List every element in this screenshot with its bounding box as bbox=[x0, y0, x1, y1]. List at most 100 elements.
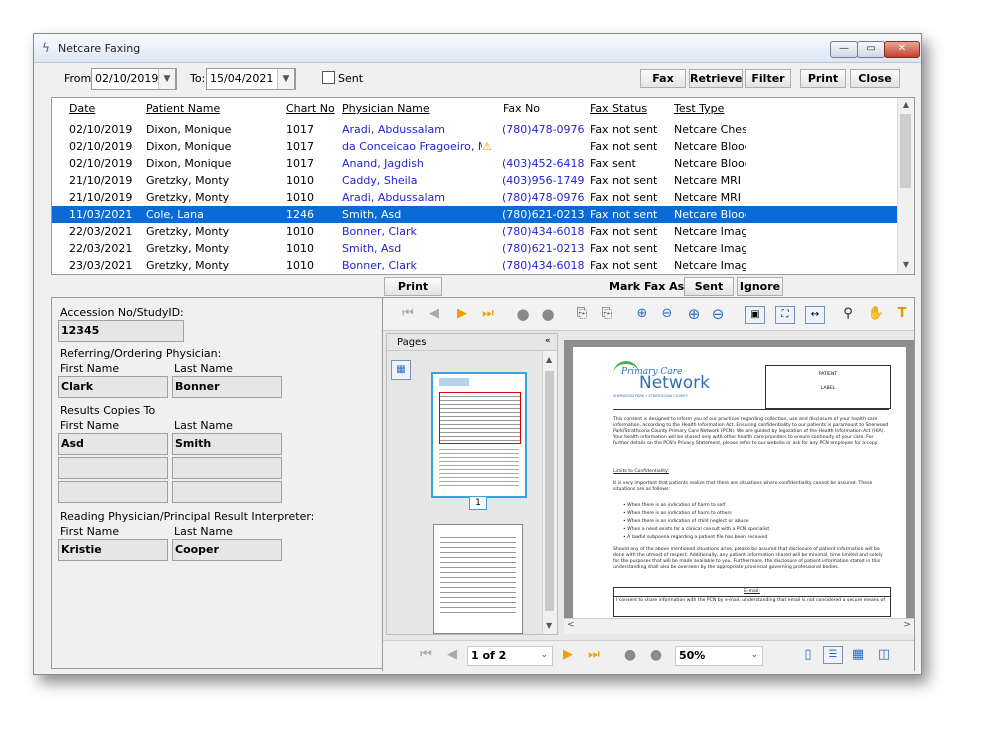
patient-name-cell: Gretzky, Monty bbox=[146, 225, 230, 238]
from-date-dropdown[interactable]: ▼ bbox=[158, 68, 176, 90]
window-title: Netcare Faxing bbox=[58, 42, 141, 55]
fax-button[interactable]: Fax bbox=[640, 69, 686, 88]
previous-page-icon[interactable]: ◀ bbox=[425, 306, 443, 322]
first-page-icon[interactable]: ⏮ bbox=[417, 647, 435, 663]
find-icon[interactable]: ⚲ bbox=[839, 306, 857, 322]
test-type-cell: Netcare Blood bbox=[674, 157, 746, 170]
copies-last-name-field-2[interactable] bbox=[172, 457, 282, 479]
scroll-down-icon[interactable]: ▼ bbox=[898, 260, 914, 269]
column-header-test-type[interactable]: Test Type bbox=[674, 102, 724, 115]
rotate-left-icon[interactable]: ⎘ bbox=[573, 306, 591, 322]
table-scrollbar[interactable]: ▲ ▼ bbox=[897, 98, 914, 274]
scroll-right-icon[interactable]: > bbox=[903, 620, 911, 630]
text-select-icon[interactable]: T bbox=[893, 306, 911, 322]
next-page-icon[interactable]: ▶ bbox=[559, 647, 577, 663]
copies-first-name-field-2[interactable] bbox=[58, 457, 168, 479]
pages-scrollbar[interactable]: ▲ ▼ bbox=[542, 351, 557, 634]
thumbnails-icon[interactable]: ▦ bbox=[391, 360, 411, 380]
scroll-up-icon[interactable]: ▲ bbox=[898, 100, 914, 109]
page-thumbnail-2[interactable] bbox=[433, 524, 523, 634]
back-icon[interactable]: ● bbox=[621, 647, 639, 663]
to-date-dropdown[interactable]: ▼ bbox=[277, 68, 295, 90]
document-page: Primary Care Network SHERWOOD PARK • STR… bbox=[573, 347, 906, 618]
minimize-icon: — bbox=[839, 43, 849, 54]
print-pdf-button[interactable]: Print PDF bbox=[384, 277, 442, 310]
scrollbar-thumb[interactable] bbox=[545, 371, 554, 611]
physician-name-cell: Bonner, Clark bbox=[342, 259, 417, 272]
back-icon[interactable]: ● bbox=[514, 306, 532, 322]
reading-last-name-field[interactable]: Cooper bbox=[172, 539, 282, 561]
sent-checkbox[interactable] bbox=[322, 71, 335, 84]
referring-first-name-label: First Name bbox=[60, 362, 120, 375]
book-view-icon[interactable]: ◫ bbox=[875, 647, 893, 663]
reading-first-name-label: First Name bbox=[60, 525, 120, 538]
referring-first-name-field[interactable]: Clark bbox=[58, 376, 168, 398]
table-row[interactable]: 02/10/2019 Dixon, Monique 1017 da Concei… bbox=[52, 138, 897, 155]
copies-first-name-field[interactable]: Asd bbox=[58, 433, 168, 455]
reading-first-name-field[interactable]: Kristie bbox=[58, 539, 168, 561]
minimize-button[interactable]: — bbox=[830, 41, 858, 58]
close-button[interactable]: Close bbox=[850, 69, 900, 88]
table-row[interactable]: 21/10/2019 Gretzky, Monty 1010 Caddy, Sh… bbox=[52, 172, 897, 189]
maximize-button[interactable]: ▭ bbox=[857, 41, 885, 58]
facing-pages-icon[interactable]: ▦ bbox=[849, 647, 867, 663]
fax-no-cell: (403)956-1749 bbox=[502, 174, 585, 187]
actual-size-icon[interactable]: ▣ bbox=[745, 306, 765, 324]
fax-status-cell: Fax sent bbox=[590, 157, 636, 170]
scroll-up-icon[interactable]: ▲ bbox=[546, 355, 552, 364]
logo-subtitle: SHERWOOD PARK • STRATHCONA COUNTY bbox=[613, 394, 688, 398]
fit-page-icon[interactable]: ⛶ bbox=[775, 306, 795, 324]
last-page-icon[interactable]: ⏭ bbox=[479, 306, 497, 322]
table-row-selected[interactable]: 11/03/2021 Cole, Lana 1246 Smith, Asd (7… bbox=[52, 206, 897, 223]
plus-icon[interactable]: ⊕ bbox=[685, 306, 703, 322]
next-page-icon[interactable]: ▶ bbox=[453, 306, 471, 322]
first-page-icon[interactable]: ⏮ bbox=[399, 306, 417, 322]
zoom-out-icon[interactable]: ⊖ bbox=[658, 306, 676, 322]
scroll-down-icon[interactable]: ▼ bbox=[546, 621, 552, 630]
page-selector[interactable]: 1 of 2 ⌄ bbox=[467, 646, 553, 666]
column-header-fax-status[interactable]: Fax Status bbox=[590, 102, 647, 115]
rotate-right-icon[interactable]: ⎘ bbox=[598, 306, 616, 322]
scroll-left-icon[interactable]: < bbox=[567, 620, 575, 630]
previous-page-icon[interactable]: ◀ bbox=[443, 647, 461, 663]
test-type-cell: Netcare Blood bbox=[674, 140, 746, 153]
filter-button[interactable]: Filter bbox=[745, 69, 791, 88]
print-button[interactable]: Print bbox=[800, 69, 846, 88]
continuous-page-icon[interactable]: ☰ bbox=[823, 646, 843, 664]
accession-field[interactable]: 12345 bbox=[58, 320, 184, 342]
last-page-icon[interactable]: ⏭ bbox=[585, 647, 603, 663]
table-row[interactable]: 22/03/2021 Gretzky, Monty 1010 Bonner, C… bbox=[52, 223, 897, 240]
mark-ignore-button[interactable]: Ignore bbox=[737, 277, 783, 296]
bullet-text: When there is an indication of harm to o… bbox=[627, 511, 732, 516]
collapse-pane-icon[interactable]: « bbox=[545, 336, 551, 346]
fax-no-cell: (780)434-6018 bbox=[502, 259, 585, 272]
retrieve-button[interactable]: Retrieve bbox=[689, 69, 743, 88]
close-window-button[interactable]: ✕ bbox=[884, 41, 920, 58]
table-row[interactable]: 22/03/2021 Gretzky, Monty 1010 Smith, As… bbox=[52, 240, 897, 257]
copies-first-name-field-3[interactable] bbox=[58, 481, 168, 503]
zoom-in-icon[interactable]: ⊕ bbox=[633, 306, 651, 322]
fit-width-icon[interactable]: ↔ bbox=[805, 306, 825, 324]
document-hscrollbar[interactable]: < > bbox=[564, 618, 914, 634]
table-row[interactable]: 02/10/2019 Dixon, Monique 1017 Anand, Ja… bbox=[52, 155, 897, 172]
column-header-physician-name[interactable]: Physician Name bbox=[342, 102, 430, 115]
copies-last-name-field-3[interactable] bbox=[172, 481, 282, 503]
table-row[interactable]: 02/10/2019 Dixon, Monique 1017 Aradi, Ab… bbox=[52, 121, 897, 138]
table-row[interactable]: 21/10/2019 Gretzky, Monty 1010 Aradi, Ab… bbox=[52, 189, 897, 206]
table-row[interactable]: 23/03/2021 Gretzky, Monty 1010 Bonner, C… bbox=[52, 257, 897, 274]
referring-last-name-field[interactable]: Bonner bbox=[172, 376, 282, 398]
column-header-date[interactable]: Date bbox=[69, 102, 95, 115]
forward-icon[interactable]: ● bbox=[647, 647, 665, 663]
minus-icon[interactable]: ⊖ bbox=[709, 306, 727, 322]
zoom-selector[interactable]: 50% ⌄ bbox=[675, 646, 763, 666]
column-header-chart-no[interactable]: Chart No bbox=[286, 102, 335, 115]
column-header-patient-name[interactable]: Patient Name bbox=[146, 102, 220, 115]
copies-last-name-field[interactable]: Smith bbox=[172, 433, 282, 455]
page-thumbnail-1[interactable] bbox=[431, 372, 527, 498]
mark-sent-button[interactable]: Sent bbox=[684, 277, 734, 296]
single-page-icon[interactable]: ▯ bbox=[799, 647, 817, 663]
forward-icon[interactable]: ● bbox=[539, 306, 557, 322]
scrollbar-thumb[interactable] bbox=[900, 114, 911, 188]
column-header-fax-no[interactable]: Fax No bbox=[503, 102, 540, 115]
hand-tool-icon[interactable]: ✋ bbox=[867, 306, 885, 322]
